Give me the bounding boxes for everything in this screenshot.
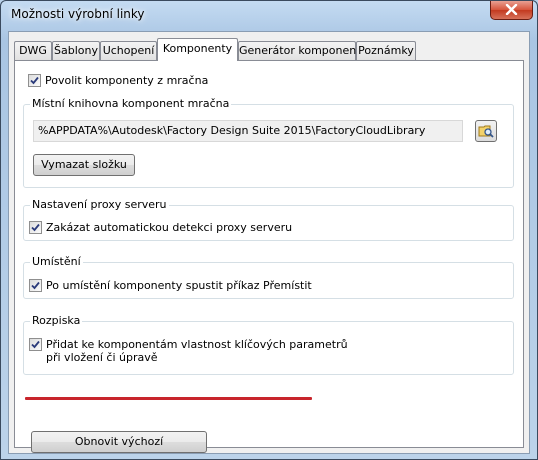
cloud-components-label: Povolit komponenty z mračna xyxy=(45,74,209,87)
disable-proxy-detection-label: Zakázat automatickou detekci proxy serve… xyxy=(46,221,293,234)
close-button[interactable] xyxy=(490,1,533,20)
move-after-placement-checkbox[interactable] xyxy=(29,279,42,292)
proxy-settings-group: Nastavení proxy serveru Zakázat automati… xyxy=(23,198,514,241)
dialog-client-area: DWG Šablony Uchopení Komponenty Generáto… xyxy=(8,31,530,454)
folder-browse-icon xyxy=(478,125,494,138)
placement-group-title: Umístění xyxy=(30,255,83,268)
key-parameters-label-line1: Přidat ke komponentám vlastnost klíčovýc… xyxy=(46,338,348,351)
tab-uchopeni[interactable]: Uchopení xyxy=(100,41,157,60)
browse-folder-button[interactable] xyxy=(475,120,497,142)
tab-poznamky[interactable]: Poznámky xyxy=(356,41,416,60)
checkmark-icon xyxy=(30,76,39,85)
tab-komponenty[interactable]: Komponenty xyxy=(157,38,238,61)
checkmark-icon xyxy=(31,340,40,349)
tab-panel-komponenty: Povolit komponenty z mračna Místní kniho… xyxy=(14,60,524,453)
local-library-group: Místní knihovna komponent mračna %APPDAT… xyxy=(23,97,514,188)
red-highlight-underline xyxy=(25,397,312,400)
dialog-window: Možnosti výrobní linky DWG Šablony Uchop… xyxy=(0,0,538,460)
proxy-settings-group-title: Nastavení proxy serveru xyxy=(30,198,169,211)
restore-defaults-button[interactable]: Obnovit výchozí xyxy=(31,431,207,453)
clear-folder-button[interactable]: Vymazat složku xyxy=(33,154,135,176)
library-path-field[interactable]: %APPDATA%\Autodesk\Factory Design Suite … xyxy=(33,120,463,142)
key-parameters-label-line2: při vložení či úpravě xyxy=(46,351,158,364)
tab-generator-komponent[interactable]: Generátor komponent xyxy=(238,41,361,60)
disable-proxy-detection-checkbox[interactable] xyxy=(29,221,42,234)
title-bar[interactable]: Možnosti výrobní linky xyxy=(1,1,537,31)
tab-dwg[interactable]: DWG xyxy=(14,41,52,60)
checkmark-icon xyxy=(31,281,40,290)
checkmark-icon xyxy=(31,223,40,232)
bom-group-title: Rozpiska xyxy=(30,314,83,327)
cloud-components-checkbox[interactable] xyxy=(28,74,41,87)
bom-group: Rozpiska Přidat ke komponentám vlastnost… xyxy=(23,314,514,375)
window-title: Možnosti výrobní linky xyxy=(11,7,145,21)
tab-sablony[interactable]: Šablony xyxy=(52,41,100,60)
key-parameters-checkbox[interactable] xyxy=(29,338,42,351)
move-after-placement-label: Po umístění komponenty spustit příkaz Př… xyxy=(46,279,312,292)
close-icon xyxy=(505,4,518,15)
local-library-group-title: Místní knihovna komponent mračna xyxy=(30,97,232,110)
placement-group: Umístění Po umístění komponenty spustit … xyxy=(23,255,514,299)
